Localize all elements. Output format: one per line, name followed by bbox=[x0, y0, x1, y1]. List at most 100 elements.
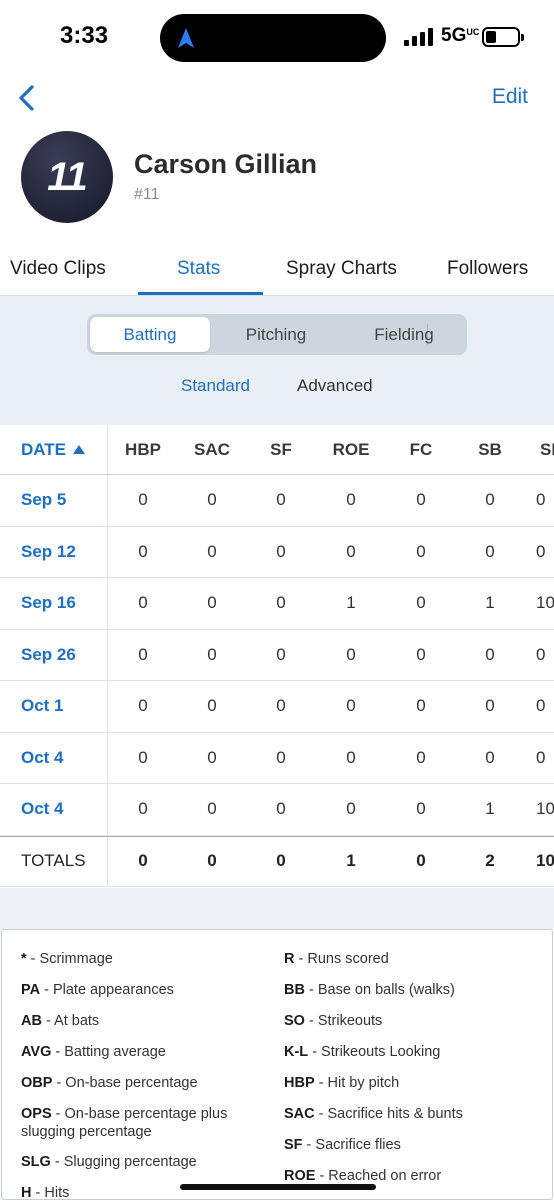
back-chevron-icon[interactable] bbox=[14, 84, 42, 112]
status-time: 3:33 bbox=[60, 22, 109, 49]
legend-desc: - Runs scored bbox=[294, 951, 389, 967]
status-bar: 3:33 5GUC bbox=[0, 0, 554, 76]
legend-abbr: AVG bbox=[21, 1044, 52, 1060]
table-cell: 0 bbox=[207, 490, 217, 510]
table-cell: 0 bbox=[346, 490, 356, 510]
legend-item: SLG - Slugging percentage bbox=[21, 1153, 266, 1171]
legend-abbr: OPS bbox=[21, 1106, 52, 1122]
legend-desc: - Strikeouts Looking bbox=[308, 1044, 441, 1060]
row-date[interactable]: Oct 4 bbox=[0, 732, 108, 783]
date-column-header[interactable]: DATE bbox=[0, 425, 108, 474]
table-cell: 100 bbox=[536, 593, 554, 613]
row-date[interactable]: Oct 1 bbox=[0, 681, 108, 732]
table-row[interactable]: Oct 4 0 0 0 0 0 1 100 bbox=[0, 784, 554, 836]
table-cell: 2 bbox=[485, 851, 495, 871]
column-header[interactable]: SB bbox=[456, 425, 524, 474]
table-cell: 0 bbox=[276, 490, 286, 510]
column-header[interactable]: SAC bbox=[178, 425, 246, 474]
table-cell: 0 bbox=[207, 747, 217, 767]
legend-desc: - On-base percentage bbox=[52, 1075, 198, 1091]
legend-desc: - Sacrifice hits & bunts bbox=[314, 1106, 463, 1122]
table-row[interactable]: Oct 1 0 0 0 0 0 0 0 bbox=[0, 681, 554, 733]
table-cell: 0 bbox=[485, 541, 495, 561]
legend-desc: - Sacrifice flies bbox=[302, 1137, 401, 1153]
legend-abbr: PA bbox=[21, 982, 41, 998]
table-row[interactable]: Sep 5 0 0 0 0 0 0 0 bbox=[0, 475, 554, 527]
legend-abbr: K-L bbox=[284, 1044, 309, 1060]
table-cell: 0 bbox=[346, 747, 356, 767]
battery-icon bbox=[482, 27, 524, 47]
legend-desc: - At bats bbox=[41, 1013, 100, 1029]
tab-followers[interactable]: Followers bbox=[447, 258, 528, 280]
table-cell: 0 bbox=[207, 696, 217, 716]
legend-abbr: SO bbox=[284, 1013, 305, 1029]
column-header[interactable]: FC bbox=[386, 425, 456, 474]
table-cell: 1 bbox=[346, 593, 356, 613]
tab-video-clips[interactable]: Video Clips bbox=[10, 258, 106, 280]
column-header[interactable]: HBP bbox=[108, 425, 178, 474]
edit-button[interactable]: Edit bbox=[492, 85, 528, 109]
legend-desc: - Slugging percentage bbox=[50, 1154, 197, 1170]
view-advanced[interactable]: Advanced bbox=[297, 376, 373, 396]
legend-item: AVG - Batting average bbox=[21, 1043, 266, 1061]
legend-abbr: HBP bbox=[284, 1075, 315, 1091]
legend-desc: - Batting average bbox=[51, 1044, 166, 1060]
stats-table: DATE HBP SAC SF ROE FC SB SB% Sep 5 0 0 0 0 0… bbox=[0, 425, 554, 887]
stat-category-segmented-control: Batting Pitching Fielding bbox=[87, 314, 467, 355]
legend-item: SF - Sacrifice flies bbox=[284, 1136, 549, 1154]
table-cell: 0 bbox=[138, 593, 148, 613]
table-cell: 1 bbox=[346, 851, 356, 871]
avatar-number: 11 bbox=[47, 154, 88, 199]
segment-fielding[interactable]: Fielding bbox=[341, 317, 467, 352]
column-header[interactable]: SF bbox=[246, 425, 316, 474]
home-indicator[interactable] bbox=[180, 1184, 376, 1190]
table-cell: 0 bbox=[276, 696, 286, 716]
table-cell: 0 bbox=[346, 541, 356, 561]
table-cell: 0 bbox=[536, 696, 546, 716]
row-date[interactable]: Sep 26 bbox=[0, 629, 108, 680]
player-name: Carson Gillian bbox=[134, 149, 318, 179]
table-cell: 0 bbox=[138, 696, 148, 716]
segment-batting[interactable]: Batting bbox=[90, 317, 210, 352]
legend-item: SAC - Sacrifice hits & bunts bbox=[284, 1105, 549, 1123]
table-cell: 0 bbox=[276, 747, 286, 767]
legend-desc: - Strikeouts bbox=[304, 1013, 383, 1029]
segment-pitching[interactable]: Pitching bbox=[213, 317, 339, 352]
row-date[interactable]: Sep 12 bbox=[0, 526, 108, 577]
table-cell: 0 bbox=[416, 851, 426, 871]
column-header[interactable]: ROE bbox=[316, 425, 386, 474]
row-date[interactable]: Oct 4 bbox=[0, 784, 108, 835]
view-standard[interactable]: Standard bbox=[181, 376, 250, 396]
legend-desc: - Reached on error bbox=[315, 1168, 442, 1184]
dynamic-island bbox=[160, 14, 386, 62]
column-header[interactable]: SB% bbox=[540, 425, 554, 474]
table-cell: 0 bbox=[416, 541, 426, 561]
legend-desc: - Hits bbox=[31, 1185, 70, 1200]
legend-desc: - On-base percentage plus slugging perce… bbox=[21, 1106, 228, 1140]
table-row[interactable]: Sep 26 0 0 0 0 0 0 0 bbox=[0, 629, 554, 681]
table-cell: 0 bbox=[276, 541, 286, 561]
table-row[interactable]: Sep 16 0 0 0 1 0 1 100 bbox=[0, 578, 554, 630]
table-cell: 0 bbox=[138, 541, 148, 561]
table-cell: 0 bbox=[138, 490, 148, 510]
legend-abbr: R bbox=[284, 951, 295, 967]
tab-stats[interactable]: Stats bbox=[177, 258, 220, 280]
table-row[interactable]: Oct 4 0 0 0 0 0 0 0 bbox=[0, 732, 554, 784]
network-label: 5GUC bbox=[441, 25, 480, 46]
table-row[interactable]: Sep 12 0 0 0 0 0 0 0 bbox=[0, 526, 554, 578]
table-cell: 0 bbox=[138, 747, 148, 767]
tab-spray-charts[interactable]: Spray Charts bbox=[286, 258, 397, 280]
table-cell: 0 bbox=[207, 799, 217, 819]
table-cell: 0 bbox=[536, 644, 546, 664]
signal-icon bbox=[404, 28, 434, 46]
table-cell: 0 bbox=[207, 644, 217, 664]
table-cell: 0 bbox=[485, 644, 495, 664]
legend-item: HBP - Hit by pitch bbox=[284, 1074, 549, 1092]
legend-desc: - Hit by pitch bbox=[314, 1075, 400, 1091]
row-date[interactable]: Sep 5 bbox=[0, 475, 108, 526]
legend-desc: - Base on balls (walks) bbox=[304, 982, 455, 998]
legend-abbr: AB bbox=[21, 1013, 42, 1029]
table-cell: 100 bbox=[536, 799, 554, 819]
row-date[interactable]: Sep 16 bbox=[0, 578, 108, 629]
legend-item: ROE - Reached on error bbox=[284, 1167, 549, 1185]
